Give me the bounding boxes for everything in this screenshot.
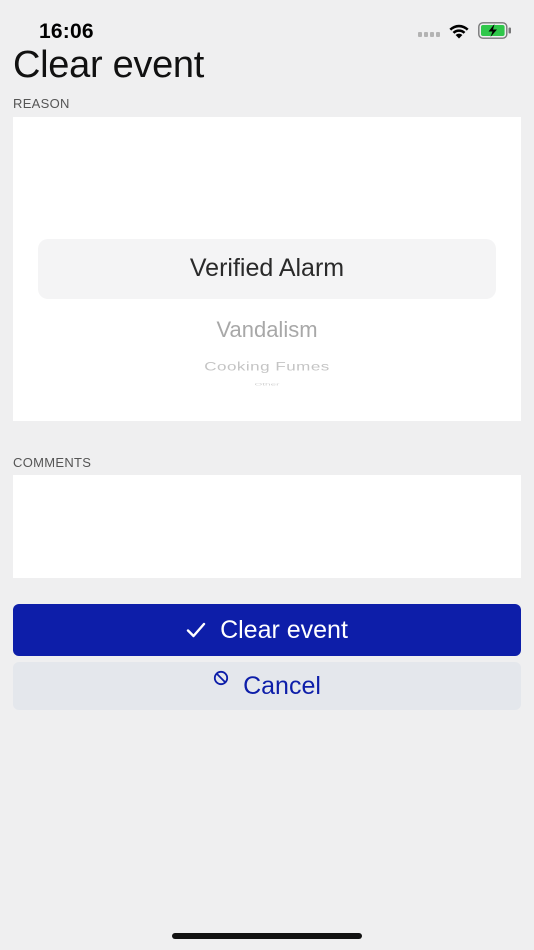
cancel-button[interactable]: Cancel [13, 662, 521, 710]
picker-option[interactable]: Vandalism [13, 317, 521, 343]
picker-option[interactable]: Cooking Fumes [13, 360, 521, 374]
status-time: 16:06 [39, 20, 94, 43]
reason-label: REASON [13, 96, 70, 111]
reason-picker[interactable]: Verified Alarm Vandalism Cooking Fumes O… [13, 117, 521, 421]
battery-charging-icon [478, 22, 511, 39]
picker-option[interactable]: Other [13, 383, 521, 387]
status-icons [418, 22, 512, 39]
clear-event-label: Clear event [220, 615, 348, 644]
home-indicator[interactable] [172, 933, 362, 939]
prohibit-icon [213, 670, 229, 686]
cancel-label: Cancel [243, 671, 321, 700]
cellular-signal-icon [418, 25, 440, 37]
page-title: Clear event [13, 44, 205, 86]
checkmark-icon [186, 622, 206, 638]
picker-option-selected[interactable]: Verified Alarm [13, 254, 521, 283]
comments-label: COMMENTS [13, 455, 92, 470]
wifi-icon [449, 24, 469, 38]
clear-event-screen: 16:06 Clear event REASON Verified Alarm … [0, 0, 534, 950]
clear-event-button[interactable]: Clear event [13, 604, 521, 656]
comments-field[interactable] [13, 475, 521, 578]
